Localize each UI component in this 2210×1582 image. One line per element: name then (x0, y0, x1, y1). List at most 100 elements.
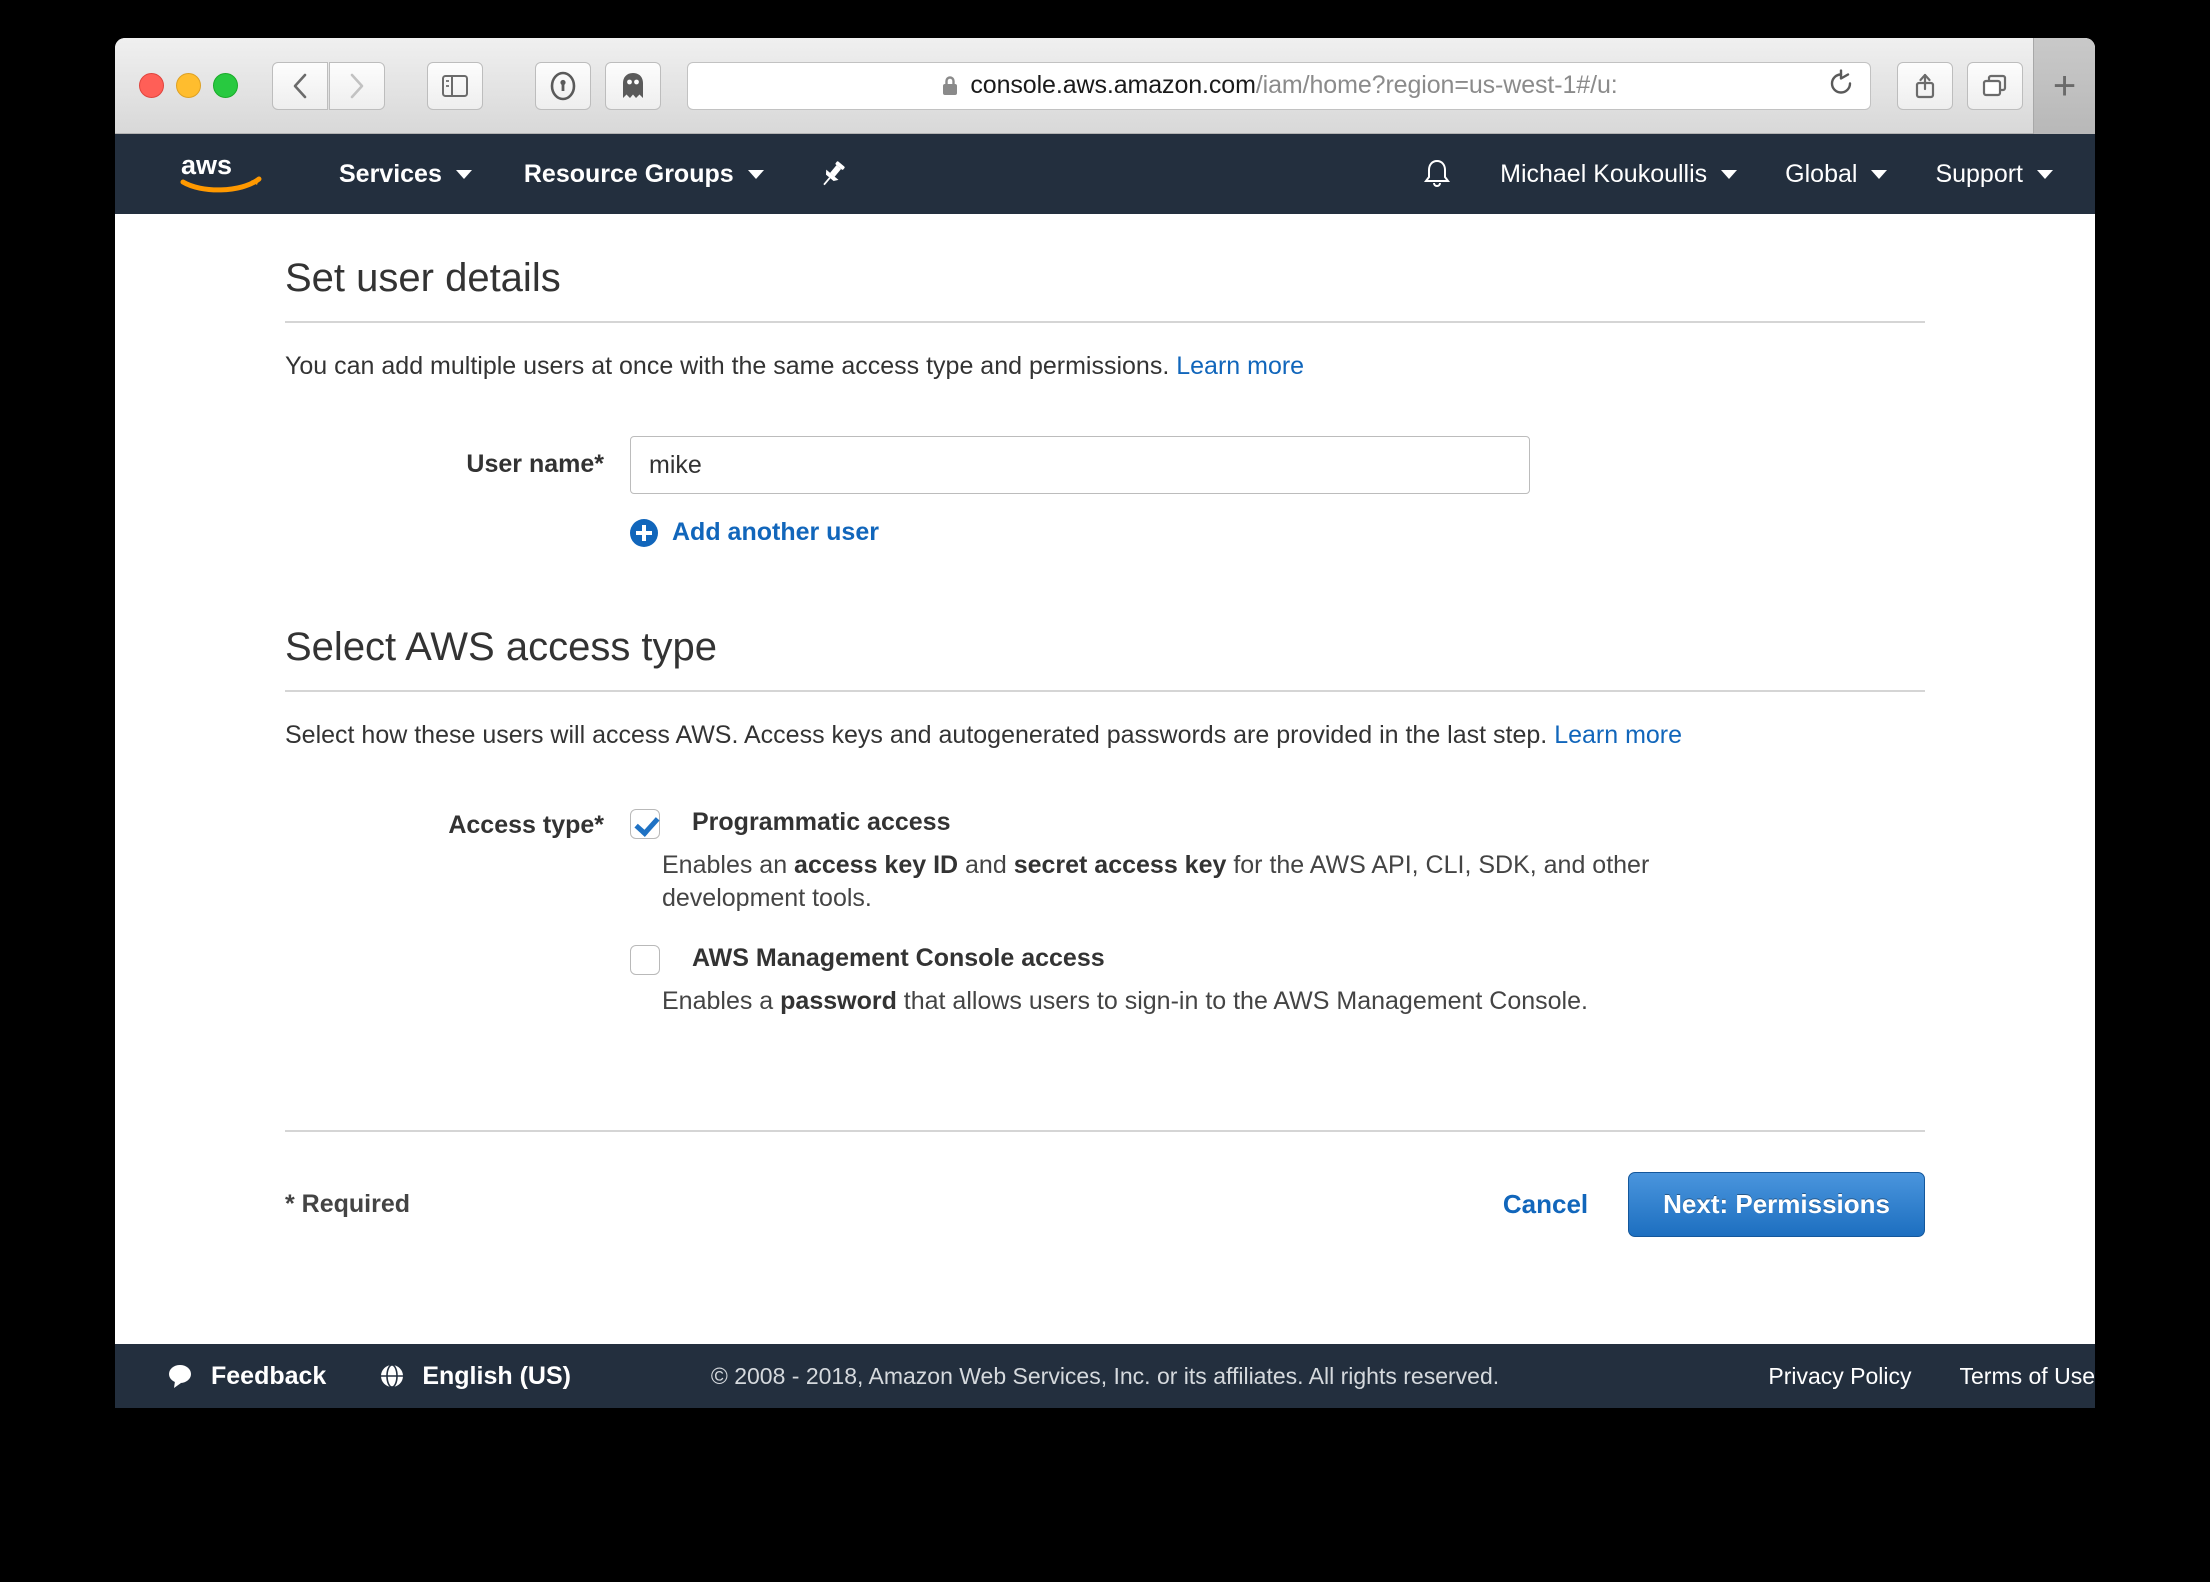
address-bar[interactable]: console.aws.amazon.com/iam/home?region=u… (687, 61, 1871, 110)
language-button[interactable]: English (US) (378, 1362, 571, 1391)
access-type-options: Programmatic access Enables an access ke… (630, 807, 1925, 1018)
footer-links: Privacy Policy Terms of Use (1768, 1363, 2095, 1390)
maximize-window-button[interactable] (213, 73, 238, 98)
nav-support-label: Support (1935, 159, 2023, 188)
action-buttons: Cancel Next: Permissions (1503, 1172, 1925, 1237)
new-tab-button[interactable]: + (2033, 38, 2095, 134)
desc-bold-1: password (780, 987, 897, 1015)
sidebar-toggle-icon (442, 74, 468, 97)
back-button[interactable] (272, 61, 328, 110)
lock-icon (940, 74, 960, 98)
nav-resource-groups-label: Resource Groups (523, 159, 734, 188)
url-text: console.aws.amazon.com/iam/home?region=u… (970, 71, 1617, 100)
toolbar-right-buttons (1897, 61, 2023, 110)
learn-more-link-2[interactable]: Learn more (1554, 721, 1682, 749)
chevron-down-icon (747, 169, 764, 179)
access-type-section: Select AWS access type Select how these … (285, 625, 1925, 1018)
programmatic-access-checkline[interactable]: Programmatic access (630, 807, 1925, 839)
terms-of-use-link[interactable]: Terms of Use (1960, 1363, 2095, 1390)
required-note: * Required (285, 1190, 411, 1218)
nav-services-label: Services (339, 159, 442, 188)
language-label: English (US) (422, 1361, 571, 1390)
chevron-down-icon (2037, 169, 2053, 179)
nav-account-menu[interactable]: Michael Koukoullis (1500, 159, 1738, 189)
onepassword-extension-button[interactable] (535, 61, 591, 110)
chevron-down-icon (455, 169, 472, 179)
main-content: Set user details You can add multiple us… (115, 214, 2095, 1344)
chevron-right-icon (350, 73, 364, 98)
option-programmatic-access: Programmatic access Enables an access ke… (630, 807, 1925, 915)
feedback-label: Feedback (211, 1361, 327, 1390)
minimize-window-button[interactable] (176, 73, 201, 98)
programmatic-access-label: Programmatic access (692, 808, 951, 836)
access-type-label: Access type* (448, 811, 604, 839)
1password-icon (550, 71, 576, 100)
section2-title: Select AWS access type (285, 625, 718, 669)
chevron-down-icon (1721, 169, 1738, 179)
user-name-input[interactable] (630, 436, 1530, 494)
share-button[interactable] (1897, 61, 1953, 110)
section2-divider (285, 690, 1925, 692)
user-name-row: User name* (285, 436, 1925, 494)
console-access-label: AWS Management Console access (692, 944, 1105, 972)
notifications-button[interactable] (1422, 157, 1452, 191)
globe-icon (381, 1364, 404, 1388)
next-permissions-button[interactable]: Next: Permissions (1628, 1172, 1925, 1237)
aws-navbar: aws Services Resource Groups Michael Kou… (115, 134, 2095, 214)
programmatic-access-checkbox[interactable] (630, 809, 660, 839)
console-access-checkline[interactable]: AWS Management Console access (630, 943, 1925, 975)
programmatic-access-description: Enables an access key ID and secret acce… (662, 849, 1662, 915)
close-window-button[interactable] (139, 73, 164, 98)
section2-description: Select how these users will access AWS. … (285, 718, 1925, 753)
page-title: Set user details (285, 256, 561, 300)
desc-bold-2: secret access key (1013, 851, 1227, 879)
page-description-text: You can add multiple users at once with … (285, 352, 1170, 380)
ghostery-extension-button[interactable] (605, 61, 661, 110)
share-icon (1915, 73, 1935, 98)
svg-text:aws: aws (181, 150, 232, 180)
user-name-label: User name* (466, 450, 604, 478)
nav-account-label: Michael Koukoullis (1500, 159, 1708, 188)
desc-part-2: and (958, 851, 1014, 879)
copyright-text: © 2008 - 2018, Amazon Web Services, Inc.… (710, 1362, 1500, 1389)
url-path: /iam/home?region=us-west-1#/u: (1255, 71, 1618, 99)
feedback-button[interactable]: Feedback (165, 1362, 326, 1391)
desc-part-2: that allows users to sign-in to the AWS … (896, 987, 1588, 1015)
console-access-checkbox[interactable] (630, 945, 660, 975)
pin-shortcut-button[interactable] (816, 157, 850, 191)
add-another-user-button[interactable]: Add another user (630, 518, 1925, 547)
plus-circle-icon (630, 518, 658, 547)
desc-part-1: Enables a (662, 987, 781, 1015)
url-domain: console.aws.amazon.com (970, 71, 1256, 99)
forward-button[interactable] (329, 61, 385, 110)
sidebar-toggle-button[interactable] (427, 61, 483, 110)
learn-more-link-1[interactable]: Learn more (1176, 352, 1304, 380)
new-tab-label: + (2052, 63, 2077, 108)
nav-resource-groups[interactable]: Resource Groups (524, 160, 764, 189)
reload-icon (1830, 68, 1852, 94)
reload-button[interactable] (1828, 68, 1854, 102)
speech-bubble-icon (169, 1365, 191, 1388)
chevron-left-icon (293, 73, 307, 98)
aws-logo[interactable]: aws (179, 149, 269, 200)
chevron-down-icon (1871, 169, 1888, 179)
tab-overview-button[interactable] (1967, 61, 2023, 110)
page-description: You can add multiple users at once with … (285, 349, 1925, 384)
cancel-button[interactable]: Cancel (1503, 1189, 1588, 1220)
nav-region-label: Global (1785, 159, 1858, 188)
aws-footer: Feedback English (US) © 2008 - 2018, Ama… (115, 1344, 2095, 1408)
section2-description-text: Select how these users will access AWS. … (285, 721, 1548, 749)
ghostery-ghost-icon (623, 72, 643, 98)
add-another-user-label: Add another user (672, 518, 879, 546)
action-bar: * Required Cancel Next: Permissions (285, 1172, 1925, 1237)
nav-support-menu[interactable]: Support (1935, 160, 2053, 189)
pushpin-icon (822, 161, 845, 186)
desc-part-1: Enables an (662, 851, 795, 879)
console-access-description: Enables a password that allows users to … (662, 985, 1622, 1018)
nav-services[interactable]: Services (339, 160, 472, 189)
action-divider (285, 1130, 1925, 1132)
title-divider (285, 321, 1925, 323)
browser-window: console.aws.amazon.com/iam/home?region=u… (115, 38, 2095, 1408)
nav-region-menu[interactable]: Global (1785, 159, 1888, 189)
privacy-policy-link[interactable]: Privacy Policy (1768, 1363, 1911, 1390)
